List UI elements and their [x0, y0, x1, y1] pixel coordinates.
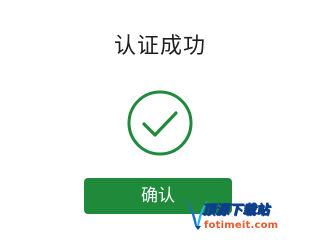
- check-circle-icon: [126, 89, 194, 157]
- watermark-url: fotimeit.com: [204, 220, 279, 231]
- watermark-text: 顶源下载站: [202, 203, 270, 219]
- page-title: 认证成功: [113, 34, 206, 59]
- auth-success-screen: 认证成功 确认 顶源下载站 fotimeit.com: [0, 0, 320, 240]
- watermark: 顶源下载站 fotimeit.com: [182, 196, 302, 236]
